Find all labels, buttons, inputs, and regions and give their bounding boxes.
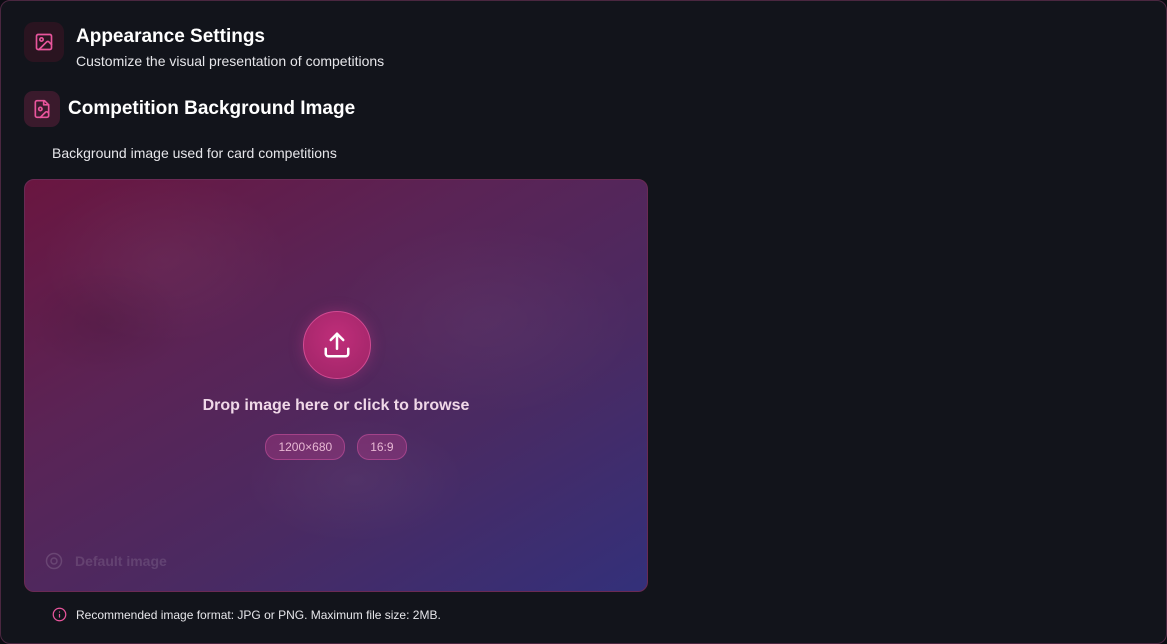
dropzone-background-preview (25, 180, 647, 591)
dimension-chip: 1200×680 (265, 434, 346, 460)
appearance-settings-panel: Appearance Settings Customize the visual… (0, 0, 1167, 644)
page-subtitle: Customize the visual presentation of com… (76, 53, 385, 69)
section-title: Competition Background Image (68, 98, 356, 119)
page-title: Appearance Settings (76, 26, 265, 47)
default-image-text: Default image (75, 553, 167, 569)
image-dropzone[interactable]: Drop image here or click to browse 1200×… (24, 179, 648, 592)
info-icon (52, 607, 67, 622)
dropzone-prompt: Drop image here or click to browse (202, 397, 470, 414)
section-description: Background image used for card competiti… (52, 145, 337, 161)
format-note-text: Recommended image format: JPG or PNG. Ma… (76, 607, 441, 622)
camera-icon (45, 552, 63, 570)
aspect-ratio-chip: 16:9 (357, 434, 407, 460)
upload-button[interactable] (303, 311, 371, 379)
file-image-icon (34, 99, 50, 119)
section-icon-box (24, 91, 60, 127)
format-note: Recommended image format: JPG or PNG. Ma… (52, 607, 441, 622)
dropzone-chips: 1200×680 16:9 (25, 434, 647, 460)
default-image-label: Default image (45, 552, 167, 570)
upload-icon (324, 332, 350, 358)
header-icon-box (24, 22, 64, 62)
image-icon (35, 33, 53, 51)
